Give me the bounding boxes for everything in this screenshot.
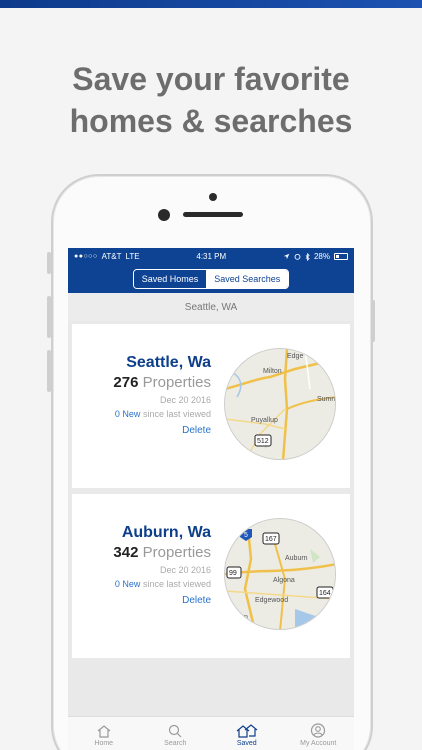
saved-search-card[interactable]: Auburn, Wa 342 Properties Dec 20 2016 0 …	[72, 494, 350, 658]
network-type: LTE	[125, 252, 140, 261]
nav-bar: Saved Homes Saved Searches	[68, 265, 354, 293]
clock: 4:31 PM	[196, 252, 227, 261]
property-count-label: Properties	[142, 374, 211, 391]
search-city[interactable]: Auburn, Wa	[113, 524, 211, 542]
new-since-viewed: 0 New since last viewed	[113, 409, 211, 419]
house-icon	[97, 725, 111, 738]
new-label: since last viewed	[142, 409, 211, 419]
front-camera	[158, 209, 170, 221]
map-label: Auburn	[285, 555, 308, 562]
search-area-map[interactable]: Auburn Algona Edgewood ilton 5 167 99 16…	[224, 518, 336, 630]
property-count-value: 276	[113, 374, 139, 391]
map-label: Edgewood	[255, 597, 288, 604]
map-label: Puyallup	[251, 417, 278, 424]
search-area-map[interactable]: Edge Milton Sumn Puyallup 512	[224, 348, 336, 460]
bluetooth-icon	[305, 252, 310, 261]
map-label: ilton	[235, 614, 248, 621]
tab-my-account-label: My Account	[300, 740, 337, 747]
new-since-viewed: 0 New since last viewed	[113, 579, 211, 589]
saved-searches-tab[interactable]: Saved Searches	[206, 270, 289, 288]
tab-my-account[interactable]: My Account	[283, 717, 355, 750]
saved-search-info: Seattle, Wa 276 Properties Dec 20 2016 0…	[113, 354, 211, 436]
top-accent-bar	[0, 0, 422, 8]
battery-percent: 28%	[313, 252, 330, 261]
saved-search-info: Auburn, Wa 342 Properties Dec 20 2016 0 …	[113, 524, 211, 606]
property-count: 276 Properties	[113, 374, 211, 391]
tab-home-label: Home	[94, 740, 114, 747]
location-header: Seattle, WA	[68, 293, 354, 321]
property-count-label: Properties	[142, 544, 211, 561]
promo-headline: Save your favorite homes & searches	[0, 58, 422, 142]
saved-search-card[interactable]: Seattle, Wa 276 Properties Dec 20 2016 0…	[72, 324, 350, 488]
carrier: AT&T	[101, 252, 122, 261]
highway-shield: 5	[244, 532, 248, 539]
map-label: Edge	[287, 353, 303, 360]
tab-saved-label: Saved	[236, 740, 257, 747]
tab-search-label: Search	[164, 740, 187, 747]
property-count-value: 342	[113, 544, 139, 561]
headline-line-1: Save your favorite	[72, 61, 350, 97]
search-city[interactable]: Seattle, Wa	[113, 354, 211, 372]
highway-shield: 167	[265, 536, 277, 543]
earpiece-speaker	[183, 212, 243, 217]
battery-icon	[333, 253, 348, 260]
saved-houses-icon	[236, 724, 258, 738]
new-label: since last viewed	[142, 579, 211, 589]
status-bar: ●●○○○ AT&T LTE 4:31 PM 28%	[68, 248, 354, 265]
new-count: 0 New	[114, 579, 141, 589]
map-label: Sumn	[317, 396, 335, 403]
search-date: Dec 20 2016	[159, 395, 211, 405]
tab-search[interactable]: Search	[140, 717, 212, 750]
phone-side-button	[47, 252, 51, 274]
tab-saved[interactable]: Saved	[211, 717, 283, 750]
map-label: Algona	[273, 577, 295, 584]
signal-strength: ●●○○○	[74, 253, 98, 260]
tab-bar: Home Search Saved My Account	[68, 716, 354, 750]
tab-home[interactable]: Home	[68, 717, 140, 750]
headline-line-2: homes & searches	[69, 103, 353, 139]
phone-power-button	[371, 300, 375, 342]
highway-shield: 512	[257, 438, 269, 445]
highway-shield: 99	[229, 570, 237, 577]
search-icon	[169, 724, 182, 738]
location-arrow-icon	[283, 253, 290, 260]
search-date: Dec 20 2016	[159, 565, 211, 575]
map-graphic: Auburn Algona Edgewood ilton 5 167 99 16…	[225, 519, 335, 629]
delete-button[interactable]: Delete	[113, 595, 211, 606]
highway-shield: 164	[319, 590, 331, 597]
proximity-sensor	[209, 193, 217, 201]
alarm-icon	[294, 253, 301, 260]
property-count: 342 Properties	[113, 544, 211, 561]
phone-volume-up	[47, 296, 51, 338]
app-screen: ●●○○○ AT&T LTE 4:31 PM 28% Saved Homes S…	[68, 248, 354, 750]
saved-segmented-control: Saved Homes Saved Searches	[132, 269, 290, 289]
account-icon	[311, 723, 326, 738]
saved-homes-tab[interactable]: Saved Homes	[133, 270, 207, 288]
delete-button[interactable]: Delete	[113, 425, 211, 436]
new-count: 0 New	[114, 409, 141, 419]
phone-volume-down	[47, 350, 51, 392]
map-label: Milton	[263, 368, 282, 375]
map-graphic: Edge Milton Sumn Puyallup 512	[225, 349, 335, 459]
